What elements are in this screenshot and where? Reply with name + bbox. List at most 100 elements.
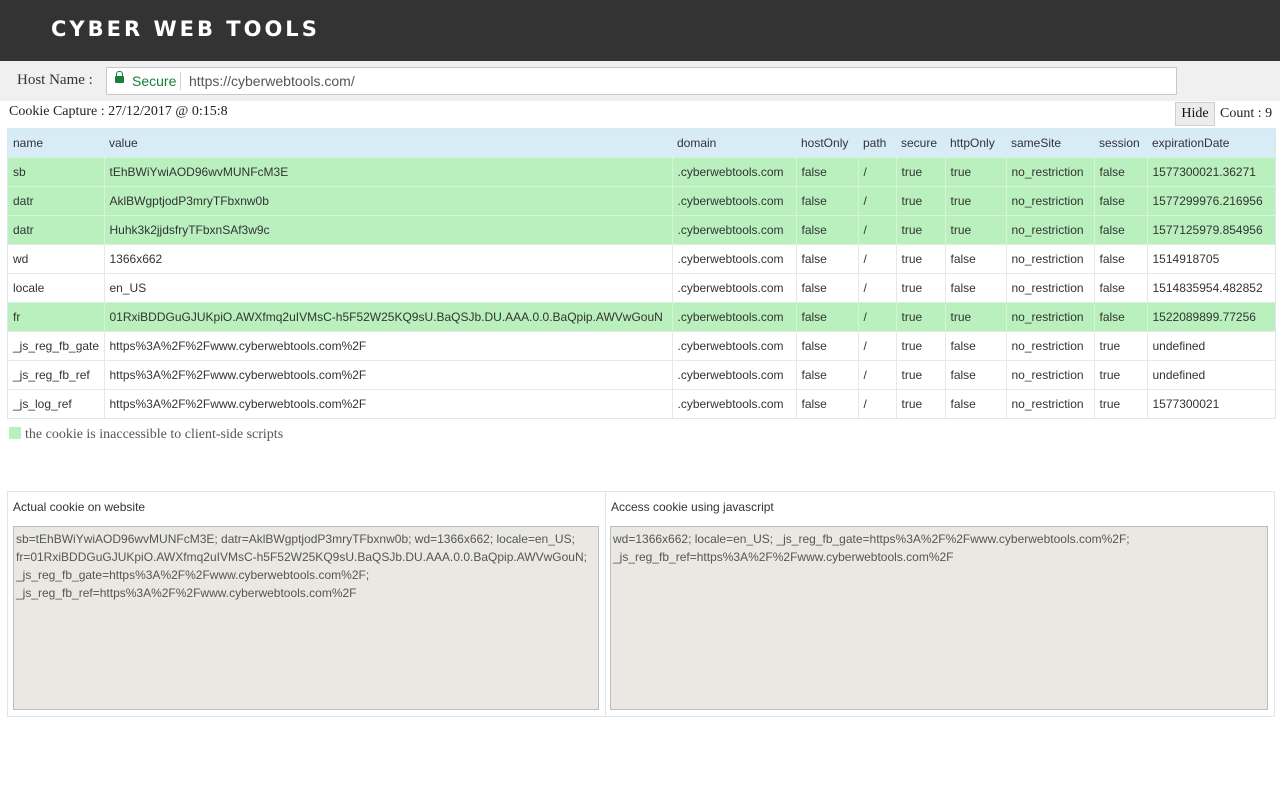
javascript-cookie-title: Access cookie using javascript (611, 500, 774, 514)
table-cell-sameSite: no_restriction (1005, 360, 1094, 390)
legend: the cookie is inaccessible to client-sid… (9, 427, 283, 443)
table-cell-httpOnly: true (944, 302, 1006, 332)
table-cell-session: true (1093, 360, 1147, 390)
hide-button[interactable]: Hide (1175, 102, 1215, 126)
cookie-text-line: sb=tEhBWiYwiAOD96wvMUNFcM3E; datr=AklBWg… (16, 532, 575, 546)
table-row: _js_log_ref https%3A%2F%2Fwww.cyberwebtoo… (8, 389, 1275, 418)
table-cell-value: en_US (103, 273, 672, 303)
table-cell-sameSite: no_restriction (1005, 273, 1094, 303)
cookie-text-line: wd=1366x662; locale=en_US; _js_reg_fb_ga… (613, 532, 1130, 546)
table-cell-sameSite: no_restriction (1005, 302, 1094, 332)
column-header: secure (896, 129, 945, 158)
table-cell-domain: .cyberwebtools.com (671, 273, 796, 303)
table-cell-httpOnly: false (944, 389, 1006, 418)
table-cell-httpOnly: false (944, 331, 1006, 361)
table-cell-domain: .cyberwebtools.com (671, 389, 796, 418)
cookie-text-line: fr=01RxiBDDGuGJUKpiO.AWXfmq2uIVMsC-h5F52… (16, 550, 587, 564)
table-cell-path: / (857, 331, 896, 361)
table-cell-httpOnly: true (944, 215, 1006, 245)
table-cell-session: true (1093, 331, 1147, 361)
column-header: value (104, 129, 672, 158)
table-cell-secure: true (895, 273, 945, 303)
table-cell-value: 01RxiBDDGuGJUKpiO.AWXfmq2uIVMsC-h5F52W25… (103, 302, 672, 332)
table-cell-httpOnly: true (944, 157, 1006, 187)
header-bar: CYBER WEB TOOLS (0, 0, 1280, 61)
cookie-text-line: _js_reg_fb_gate=https%3A%2F%2Fwww.cyberw… (16, 568, 370, 582)
table-header-row: name value domain hostOnly path secure httpOnl… (8, 129, 1275, 158)
cookie-count: Count : 9 (1220, 106, 1273, 121)
host-bar: Host Name : Secure https://cyberwebtools… (0, 61, 1280, 101)
url-text: https://cyberwebtools.com/ (189, 73, 355, 89)
table-cell-session: false (1093, 302, 1147, 332)
column-header: hostOnly (796, 129, 858, 158)
table-cell-value: https%3A%2F%2Fwww.cyberwebtools.com%2F (103, 389, 672, 418)
table-cell-name: locale (8, 273, 104, 303)
table-row: sb tEhBWiYwiAOD96wvMUNFcM3E .cyberwebtools… (8, 157, 1275, 187)
table-cell-sameSite: no_restriction (1005, 157, 1094, 187)
table-cell-httpOnly: false (944, 360, 1006, 390)
javascript-cookie-panel: Access cookie using javascript wd=1366x6… (606, 492, 1274, 716)
cookie-panels: Actual cookie on website sb=tEhBWiYwiAOD… (7, 491, 1275, 717)
column-header: expirationDate (1147, 129, 1275, 158)
legend-swatch (9, 427, 21, 439)
table-cell-name: _js_reg_fb_gate (8, 331, 104, 361)
table-cell-value: https%3A%2F%2Fwww.cyberwebtools.com%2F (103, 360, 672, 390)
table-cell-value: Huhk3k2jjdsfryTFbxnSAf3w9c (103, 215, 672, 245)
column-header: domain (672, 129, 796, 158)
cookie-text-line: _js_reg_fb_ref=https%3A%2F%2Fwww.cyberwe… (613, 550, 954, 564)
javascript-cookie-textarea[interactable]: wd=1366x662; locale=en_US; _js_reg_fb_ga… (610, 526, 1268, 710)
table-cell-path: / (857, 389, 896, 418)
table-cell-httpOnly: false (944, 244, 1006, 274)
table-cell-hostOnly: false (795, 186, 858, 216)
table-cell-expirationDate: undefined (1146, 360, 1275, 390)
actual-cookie-panel: Actual cookie on website sb=tEhBWiYwiAOD… (8, 492, 606, 716)
table-cell-domain: .cyberwebtools.com (671, 360, 796, 390)
table-cell-path: / (857, 302, 896, 332)
table-cell-hostOnly: false (795, 389, 858, 418)
table-cell-secure: true (895, 244, 945, 274)
table-cell-domain: .cyberwebtools.com (671, 302, 796, 332)
table-cell-expirationDate: 1577125979.854956 (1146, 215, 1275, 245)
actual-cookie-textarea[interactable]: sb=tEhBWiYwiAOD96wvMUNFcM3E; datr=AklBWg… (13, 526, 599, 710)
table-cell-secure: true (895, 360, 945, 390)
table-cell-name: fr (8, 302, 104, 332)
url-field[interactable]: Secure https://cyberwebtools.com/ (106, 67, 1177, 95)
table-cell-hostOnly: false (795, 302, 858, 332)
table-row: wd 1366x662 .cyberwebtools.com false / true fa… (8, 244, 1275, 274)
table-cell-name: _js_log_ref (8, 389, 104, 418)
table-row: _js_reg_fb_gate https%3A%2F%2Fwww.cyberwe… (8, 331, 1275, 361)
table-cell-session: false (1093, 273, 1147, 303)
table-cell-expirationDate: 1514918705 (1146, 244, 1275, 274)
table-cell-name: datr (8, 186, 104, 216)
table-cell-domain: .cyberwebtools.com (671, 331, 796, 361)
table-cell-hostOnly: false (795, 244, 858, 274)
table-cell-hostOnly: false (795, 157, 858, 187)
table-cell-session: false (1093, 157, 1147, 187)
table-cell-sameSite: no_restriction (1005, 389, 1094, 418)
table-cell-path: / (857, 273, 896, 303)
table-cell-path: / (857, 186, 896, 216)
lock-icon (115, 71, 124, 83)
legend-text: the cookie is inaccessible to client-sid… (25, 427, 284, 442)
table-cell-secure: true (895, 157, 945, 187)
table-row: fr 01RxiBDDGuGJUKpiO.AWXfmq2uIVMsC-h5F52W… (8, 302, 1275, 332)
table-cell-secure: true (895, 215, 945, 245)
cookie-capture-label: Cookie Capture : 27/12/2017 @ 0:15:8 (9, 104, 228, 119)
column-header: sameSite (1006, 129, 1094, 158)
table-row: datr Huhk3k2jjdsfryTFbxnSAf3w9c .cyberwebt… (8, 215, 1275, 245)
table-cell-expirationDate: 1577300021.36271 (1146, 157, 1275, 187)
table-cell-sameSite: no_restriction (1005, 215, 1094, 245)
table-cell-secure: true (895, 331, 945, 361)
brand-title: CYBER WEB TOOLS (51, 17, 320, 41)
table-cell-sameSite: no_restriction (1005, 331, 1094, 361)
table-cell-hostOnly: false (795, 215, 858, 245)
column-header: session (1094, 129, 1147, 158)
column-header: path (858, 129, 896, 158)
table-cell-value: 1366x662 (103, 244, 672, 274)
table-cell-name: datr (8, 215, 104, 245)
table-cell-httpOnly: true (944, 186, 1006, 216)
table-cell-domain: .cyberwebtools.com (671, 215, 796, 245)
table-cell-domain: .cyberwebtools.com (671, 157, 796, 187)
table-cell-session: false (1093, 215, 1147, 245)
table-cell-domain: .cyberwebtools.com (671, 186, 796, 216)
